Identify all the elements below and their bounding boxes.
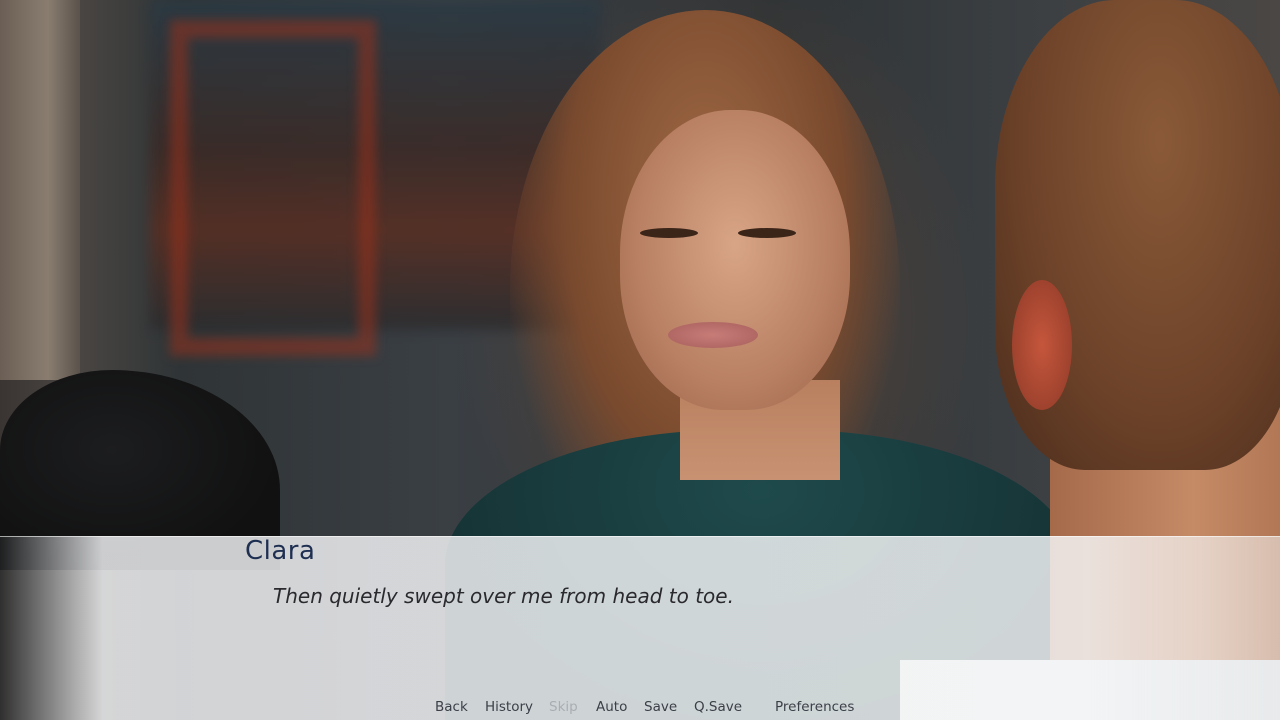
- protagonist-ear: [1012, 280, 1072, 410]
- history-button[interactable]: History: [485, 699, 533, 715]
- quick-menu: Back History Skip Auto Save Q.Save Prefe…: [0, 699, 1280, 719]
- game-screen[interactable]: Clara Then quietly swept over me from he…: [0, 0, 1280, 720]
- skip-button[interactable]: Skip: [549, 699, 578, 715]
- clara-lips: [668, 322, 758, 348]
- back-button[interactable]: Back: [435, 699, 468, 715]
- quick-save-button[interactable]: Q.Save: [694, 699, 742, 715]
- clara-eye-right: [738, 228, 796, 238]
- speaker-name: Clara: [245, 536, 316, 566]
- auto-button[interactable]: Auto: [596, 699, 627, 715]
- dialogue-box[interactable]: [0, 536, 1280, 720]
- preferences-button[interactable]: Preferences: [775, 699, 854, 715]
- clara-face: [620, 110, 850, 410]
- dialogue-text: Then quietly swept over me from head to …: [273, 584, 734, 608]
- background-wall: [0, 0, 80, 380]
- clara-eye-left: [640, 228, 698, 238]
- save-button[interactable]: Save: [644, 699, 677, 715]
- background-bridge: [170, 20, 376, 356]
